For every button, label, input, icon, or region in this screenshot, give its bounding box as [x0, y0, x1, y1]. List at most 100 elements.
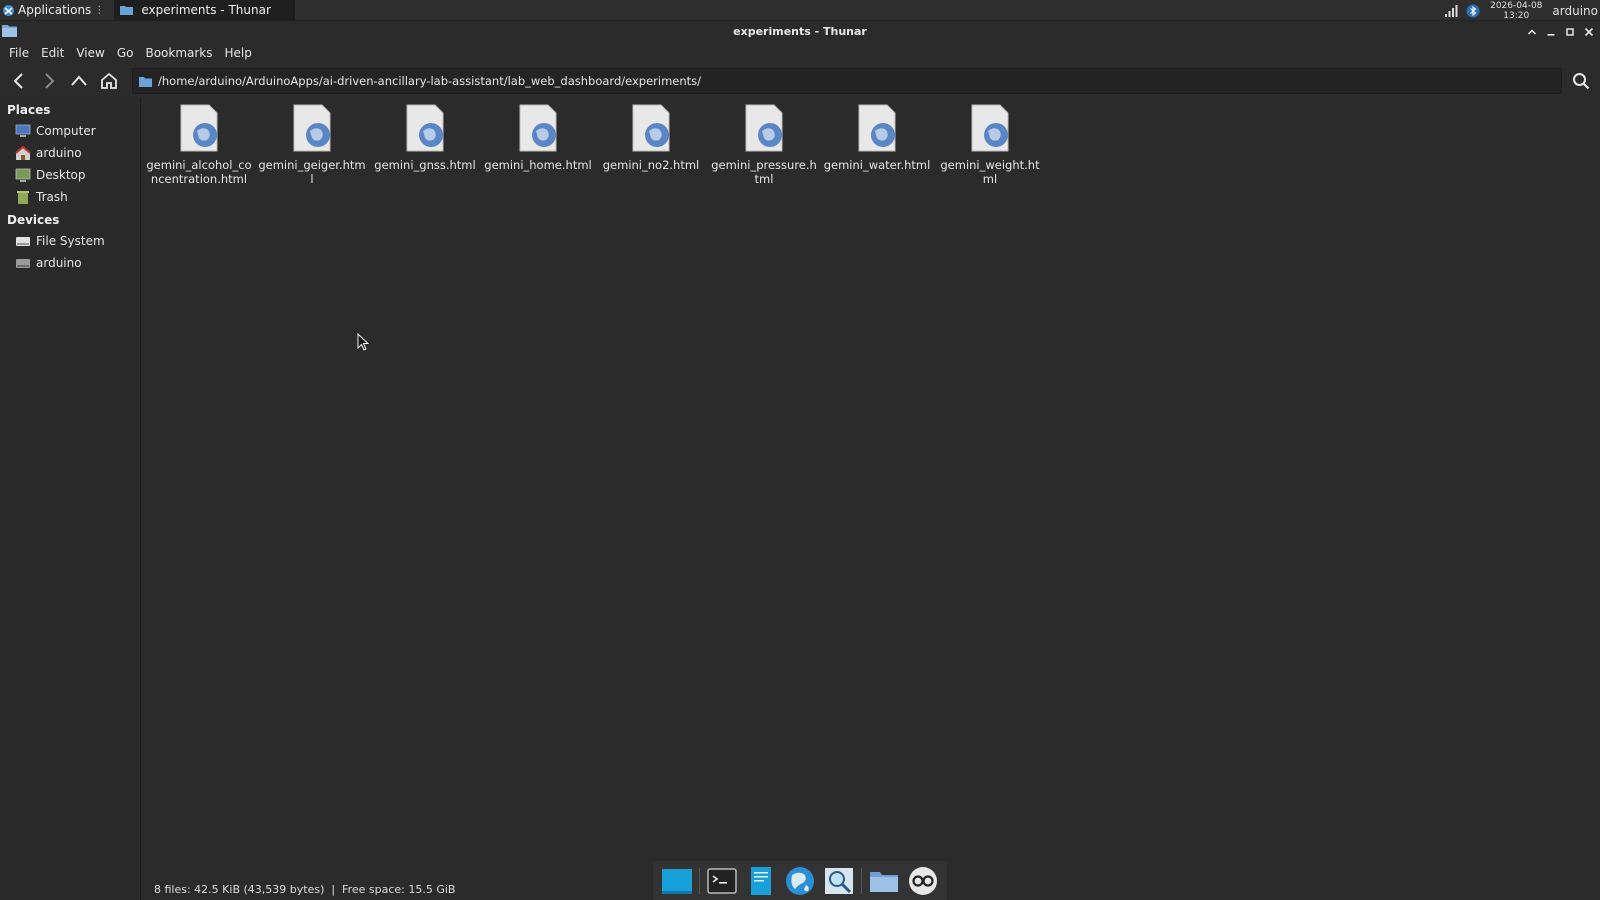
location-bar[interactable]: /home/arduino/ArduinoApps/ai-driven-anci… — [132, 68, 1562, 94]
arrow-left-icon — [13, 73, 23, 89]
drive-icon — [16, 237, 30, 246]
applications-menu[interactable]: Applications ⋮ — [0, 0, 110, 21]
sidebar-item-desktop[interactable]: Desktop — [0, 164, 140, 186]
minimize-icon — [1547, 33, 1554, 36]
arrow-up-icon — [71, 75, 87, 86]
text-editor-icon — [750, 866, 771, 895]
search-button[interactable] — [1566, 66, 1596, 96]
window-titlebar[interactable]: experiments - Thunar — [0, 21, 1600, 42]
html-file-icon — [745, 104, 783, 152]
network-signal-icon[interactable] — [1444, 4, 1458, 18]
menu-bookmarks[interactable]: Bookmarks — [139, 46, 218, 60]
show-desktop-icon — [661, 868, 692, 894]
toolbar: /home/arduino/ArduinoApps/ai-driven-anci… — [0, 64, 1600, 98]
menu-help[interactable]: Help — [219, 46, 258, 60]
dock-text-editor[interactable] — [744, 864, 778, 898]
sidebar: Places Computer arduino Desktop Trash De… — [0, 98, 141, 900]
close-button[interactable] — [1579, 22, 1598, 41]
dock-arduino[interactable] — [906, 864, 940, 898]
menu-view[interactable]: View — [70, 46, 110, 60]
close-icon — [1584, 27, 1593, 36]
arrow-right-icon — [45, 73, 55, 89]
file-name: gemini_alcohol_concentration.html — [146, 158, 252, 186]
search-icon — [825, 867, 854, 894]
sidebar-item-trash[interactable]: Trash — [0, 186, 140, 208]
devices-header: Devices — [7, 213, 60, 227]
file-item[interactable]: gemini_pressure.html — [710, 104, 818, 186]
places-header: Places — [7, 103, 51, 117]
sidebar-item-computer[interactable]: Computer — [0, 120, 140, 142]
menu-grip-icon: ⋮ — [94, 4, 105, 16]
file-item[interactable]: gemini_home.html — [484, 104, 592, 172]
dock-web-browser[interactable] — [783, 864, 817, 898]
window-title: experiments - Thunar — [733, 25, 867, 38]
html-file-icon — [180, 104, 218, 152]
mouse-cursor-icon — [357, 333, 369, 351]
terminal-icon — [707, 867, 737, 894]
dock — [653, 861, 947, 900]
chevron-up-icon — [1527, 28, 1536, 35]
file-item[interactable]: gemini_gnss.html — [371, 104, 479, 172]
file-item[interactable]: gemini_geiger.html — [258, 104, 366, 186]
dock-search[interactable] — [822, 864, 856, 898]
desktop-icon — [15, 168, 31, 182]
bluetooth-icon[interactable] — [1466, 4, 1480, 18]
web-browser-icon — [785, 866, 814, 895]
menu-file[interactable]: File — [3, 46, 35, 60]
computer-icon — [15, 124, 31, 137]
panel-user-menu[interactable]: arduino — [1552, 4, 1598, 18]
taskbar-button-label: experiments - Thunar — [141, 3, 271, 17]
applications-label: Applications — [18, 3, 92, 17]
sidebar-item-label: Desktop — [36, 168, 86, 182]
home-button[interactable] — [94, 66, 124, 96]
file-name: gemini_weight.html — [940, 158, 1040, 186]
html-file-icon — [406, 104, 444, 152]
home-icon — [15, 145, 31, 160]
file-item[interactable]: gemini_water.html — [823, 104, 931, 172]
search-icon — [1573, 73, 1590, 90]
file-manager-icon — [870, 871, 899, 892]
drive-icon — [16, 259, 30, 268]
maximize-icon — [1565, 27, 1574, 36]
dock-separator — [698, 867, 700, 894]
dock-terminal[interactable] — [705, 864, 739, 898]
back-button[interactable] — [4, 66, 34, 96]
file-name: gemini_water.html — [823, 158, 931, 172]
location-path[interactable]: /home/arduino/ArduinoApps/ai-driven-anci… — [158, 74, 701, 88]
maximize-button[interactable] — [1560, 22, 1579, 41]
clock-date: 2026-04-08 — [1490, 0, 1543, 11]
sidebar-item-arduino-home[interactable]: arduino — [0, 142, 140, 164]
dock-file-manager[interactable] — [867, 864, 901, 898]
file-item[interactable]: gemini_weight.html — [936, 104, 1044, 186]
file-item[interactable]: gemini_alcohol_concentration.html — [145, 104, 253, 186]
minimize-button[interactable] — [1541, 22, 1560, 41]
file-view[interactable]: gemini_alcohol_concentration.html gemini… — [141, 98, 1600, 879]
menubar: File Edit View Go Bookmarks Help — [0, 42, 1600, 64]
menu-go[interactable]: Go — [111, 46, 140, 60]
sidebar-item-label: File System — [36, 234, 105, 248]
file-item[interactable]: gemini_no2.html — [597, 104, 705, 172]
forward-button[interactable] — [34, 66, 64, 96]
sidebar-item-file-system[interactable]: File System — [0, 230, 140, 252]
sidebar-item-arduino-device[interactable]: arduino — [0, 252, 140, 274]
top-panel: Applications ⋮ experiments - Thunar 2026… — [0, 0, 1600, 21]
menu-edit[interactable]: Edit — [35, 46, 70, 60]
window-folder-icon[interactable] — [2, 24, 17, 37]
arduino-icon — [909, 866, 938, 895]
tray-area: 2026-04-08 13:20 arduino — [1444, 0, 1600, 21]
up-button[interactable] — [64, 66, 94, 96]
folder-icon — [120, 6, 134, 15]
sidebar-item-label: Trash — [36, 190, 68, 204]
clock[interactable]: 2026-04-08 13:20 — [1490, 1, 1542, 21]
trash-icon — [17, 191, 29, 204]
dock-separator — [861, 867, 863, 894]
html-file-icon — [293, 104, 331, 152]
dock-show-desktop[interactable] — [660, 864, 694, 898]
html-file-icon — [971, 104, 1009, 152]
file-name: gemini_home.html — [484, 158, 592, 172]
file-name: gemini_pressure.html — [711, 158, 817, 186]
shade-button[interactable] — [1522, 22, 1541, 41]
status-text: 8 files: 42.5 KiB (43,539 bytes) | Free … — [154, 883, 456, 896]
taskbar-button-thunar[interactable]: experiments - Thunar — [114, 0, 295, 21]
sidebar-item-label: Computer — [36, 124, 96, 138]
